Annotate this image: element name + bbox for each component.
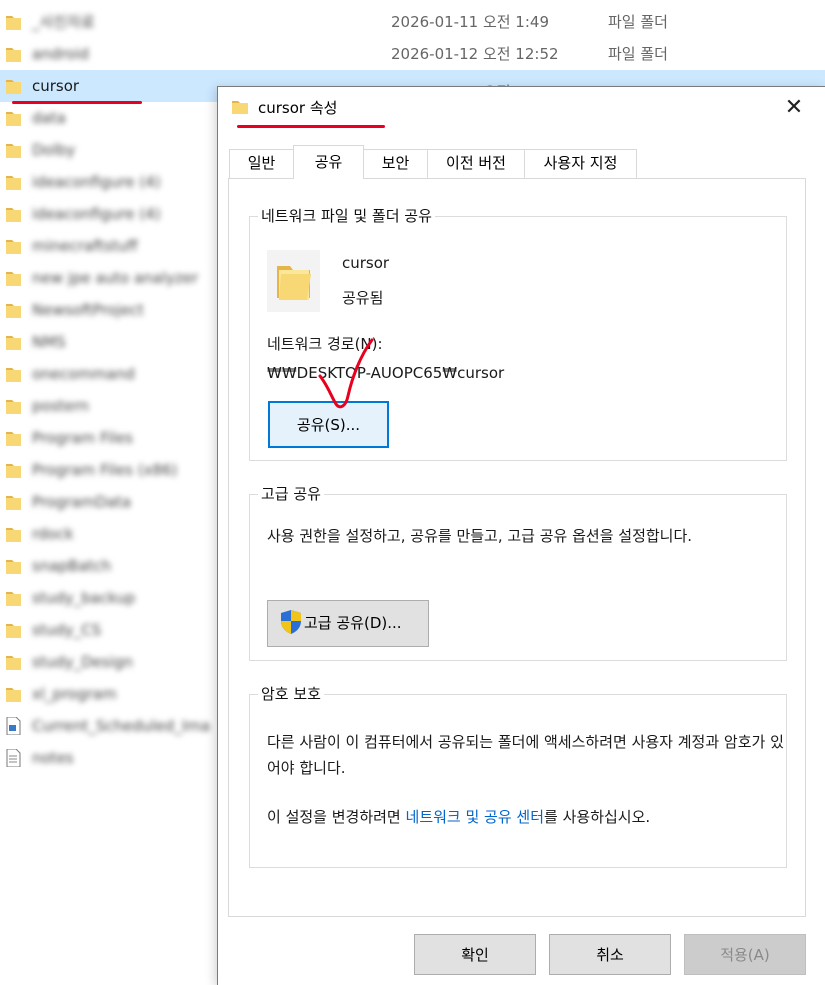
folder-icon	[6, 80, 21, 94]
file-name: ideaconfigure (4)	[32, 205, 161, 223]
folder-icon	[6, 240, 21, 254]
file-date: 2026-01-12 오전 12:52	[391, 45, 559, 63]
advanced-share-button[interactable]: 고급 공유(D)...	[267, 600, 429, 647]
apply-button[interactable]: 적용(A)	[684, 934, 806, 975]
group-title: 암호 보호	[258, 683, 324, 704]
shared-folder-name: cursor	[342, 254, 390, 272]
file-name: postern	[32, 397, 90, 415]
advanced-share-group: 고급 공유 사용 권한을 설정하고, 공유를 만들고, 고급 공유 옵션을 설정…	[249, 483, 787, 661]
annotation-underline-cursor	[12, 101, 142, 104]
folder-icon	[6, 656, 21, 670]
folder-icon	[6, 112, 21, 126]
tab-security[interactable]: 보안	[363, 149, 428, 178]
folder-icon	[6, 560, 21, 574]
shared-folder-icon	[267, 250, 320, 312]
file-type: 파일 폴더	[608, 45, 668, 63]
uac-shield-icon	[281, 610, 301, 634]
file-name: rdock	[32, 525, 74, 543]
folder-icon	[6, 464, 21, 478]
file-name: Program Files	[32, 429, 133, 447]
file-name: snapBatch	[32, 557, 112, 575]
file-name: NewsoftProject	[32, 301, 144, 319]
folder-icon	[6, 496, 21, 510]
close-icon: ✕	[784, 95, 804, 120]
advanced-share-description: 사용 권한을 설정하고, 공유를 만들고, 고급 공유 옵션을 설정합니다.	[267, 527, 693, 545]
file-name: NMS	[32, 333, 66, 351]
file-name: onecommand	[32, 365, 135, 383]
close-button[interactable]: ✕	[774, 91, 814, 127]
tab-general[interactable]: 일반	[229, 149, 294, 178]
password-protection-group: 암호 보호 다른 사람이 이 컴퓨터에서 공유되는 폴더에 액세스하려면 사용자…	[249, 683, 787, 868]
file-name: Current_Scheduled_Ima	[32, 717, 211, 735]
cancel-button[interactable]: 취소	[549, 934, 671, 975]
hint-prefix: 이 설정을 변경하려면	[267, 808, 406, 826]
folder-icon	[232, 101, 248, 114]
folder-icon	[6, 16, 21, 30]
tab-sharing[interactable]: 공유	[293, 145, 364, 179]
file-name: minecraftstuff	[32, 237, 138, 255]
share-status: 공유됨	[342, 289, 384, 307]
folder-icon	[6, 272, 21, 286]
properties-dialog: cursor 속성 ✕ 일반 공유 보안 이전 버전 사용자 지정 네트워크 파…	[217, 86, 825, 985]
folder-icon	[6, 688, 21, 702]
folder-icon	[6, 176, 21, 190]
file-name: _사진자료	[32, 13, 95, 31]
file-name: cursor	[32, 77, 80, 95]
file-name: new jpe auto analyzer	[32, 269, 199, 287]
hint-suffix: 를 사용하십시오.	[544, 808, 651, 826]
file-name: Dolby	[32, 141, 76, 159]
folder-icon	[6, 144, 21, 158]
folder-icon	[6, 432, 21, 446]
file-name: study_CS	[32, 621, 102, 639]
folder-icon	[6, 400, 21, 414]
advanced-share-button-label: 고급 공유(D)...	[304, 614, 402, 632]
folder-icon	[6, 304, 21, 318]
annotation-underline-title	[237, 125, 385, 128]
folder-icon	[6, 368, 21, 382]
folder-icon	[6, 624, 21, 638]
folder-icon	[6, 592, 21, 606]
file-name: xl_program	[32, 685, 117, 703]
tab-previous-versions[interactable]: 이전 버전	[427, 149, 525, 178]
password-change-hint: 이 설정을 변경하려면 네트워크 및 공유 센터를 사용하십시오.	[267, 806, 650, 827]
file-name: ProgramData	[32, 493, 132, 511]
ok-button[interactable]: 확인	[414, 934, 536, 975]
file-name: study_backup	[32, 589, 136, 607]
network-share-group: 네트워크 파일 및 폴더 공유 cursor 공유됨 네트워크 경로(N): ₩…	[249, 205, 787, 461]
text-file-icon	[6, 749, 21, 767]
folder-icon	[6, 208, 21, 222]
tab-customize[interactable]: 사용자 지정	[524, 149, 637, 178]
folder-icon	[6, 336, 21, 350]
group-title: 네트워크 파일 및 폴더 공유	[258, 205, 435, 226]
group-title: 고급 공유	[258, 483, 324, 504]
dialog-title: cursor 속성	[258, 99, 338, 117]
file-row-1[interactable]: android 2026-01-12 오전 12:52 파일 폴더	[0, 38, 825, 70]
network-path-label: 네트워크 경로(N):	[267, 335, 383, 353]
file-name: ideaconfigure (4)	[32, 173, 161, 191]
network-path: ₩₩DESKTOP-AUOPC65₩cursor	[267, 364, 505, 382]
document-icon	[6, 717, 21, 735]
file-date: 2026-01-11 오전 1:49	[391, 13, 549, 31]
folder-icon	[6, 528, 21, 542]
file-name: study_Design	[32, 653, 133, 671]
network-sharing-center-link[interactable]: 네트워크 및 공유 센터	[406, 808, 545, 826]
file-name: Program Files (x86)	[32, 461, 178, 479]
file-type: 파일 폴더	[608, 13, 668, 31]
password-description: 다른 사람이 이 컴퓨터에서 공유되는 폴더에 액세스하려면 사용자 계정과 암…	[267, 733, 784, 777]
share-button[interactable]: 공유(S)...	[268, 401, 389, 448]
folder-icon	[6, 48, 21, 62]
file-name: data	[32, 109, 66, 127]
file-name: notes	[32, 749, 74, 767]
file-name: android	[32, 45, 89, 63]
sharing-tab-panel: 네트워크 파일 및 폴더 공유 cursor 공유됨 네트워크 경로(N): ₩…	[228, 178, 806, 917]
file-row-0[interactable]: _사진자료 2026-01-11 오전 1:49 파일 폴더	[0, 6, 825, 38]
